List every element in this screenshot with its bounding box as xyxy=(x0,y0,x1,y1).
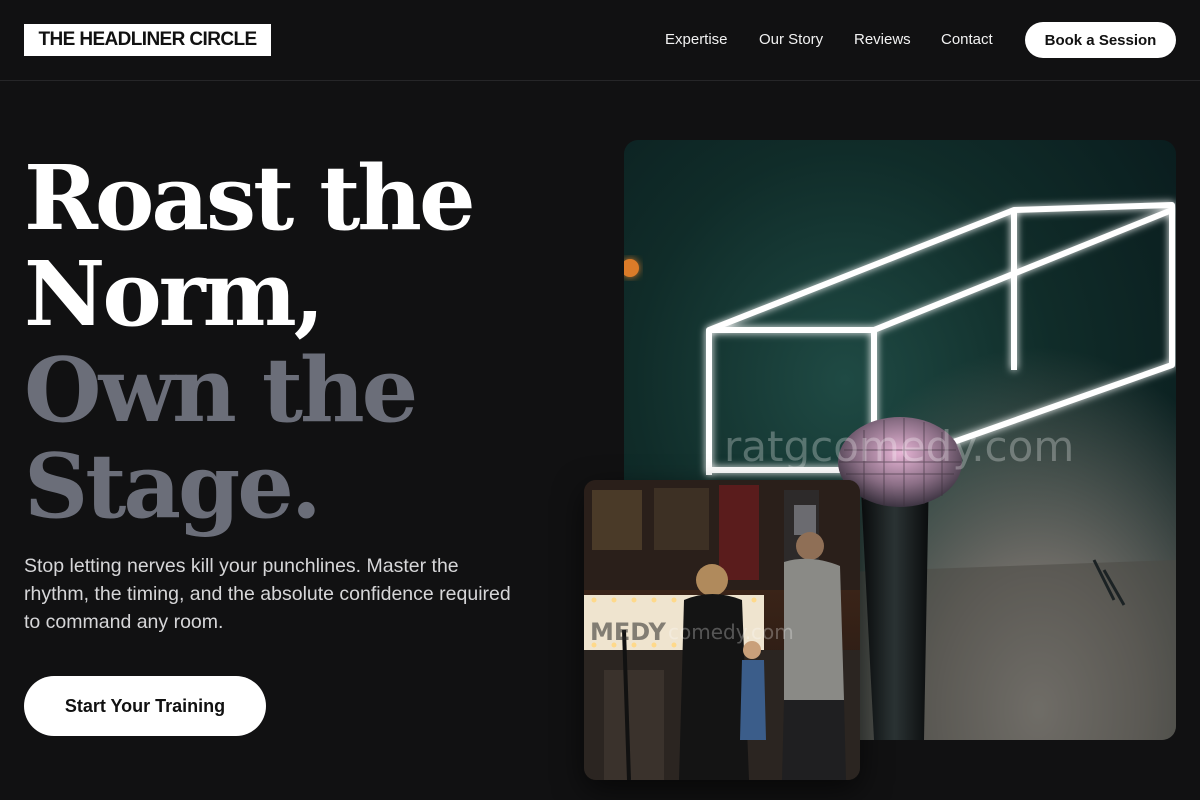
nav-link-reviews[interactable]: Reviews xyxy=(854,29,911,51)
start-training-button[interactable]: Start Your Training xyxy=(24,676,266,736)
comedy-club-photo: MEDY comedy.com xyxy=(584,480,860,780)
headline-line-4: Stage. xyxy=(24,433,322,538)
book-session-button[interactable]: Book a Session xyxy=(1025,22,1176,58)
nav-link-our-story[interactable]: Our Story xyxy=(759,29,823,51)
headline-line-2: Norm, xyxy=(24,241,325,346)
hero-subtext: Stop letting nerves kill your punchlines… xyxy=(24,555,511,633)
main-photo-watermark: ratgcomedy.com xyxy=(724,422,1075,471)
hero-headline: Roast the Norm, Own the Stage. xyxy=(24,150,584,534)
headline-line-1: Roast the xyxy=(24,145,476,250)
nav-link-expertise[interactable]: Expertise xyxy=(665,29,728,51)
club-photo-watermark: comedy.com xyxy=(668,620,794,644)
site-header: THE HEADLINER CIRCLE Expertise Our Story… xyxy=(0,0,1200,81)
main-nav: Expertise Our Story Reviews Contact xyxy=(0,29,1200,53)
nav-link-contact[interactable]: Contact xyxy=(941,29,993,51)
landing-page: THE HEADLINER CIRCLE Expertise Our Story… xyxy=(0,0,1200,800)
headline-line-3: Own the xyxy=(24,337,418,442)
marquee-sign-text: MEDY xyxy=(590,618,666,646)
